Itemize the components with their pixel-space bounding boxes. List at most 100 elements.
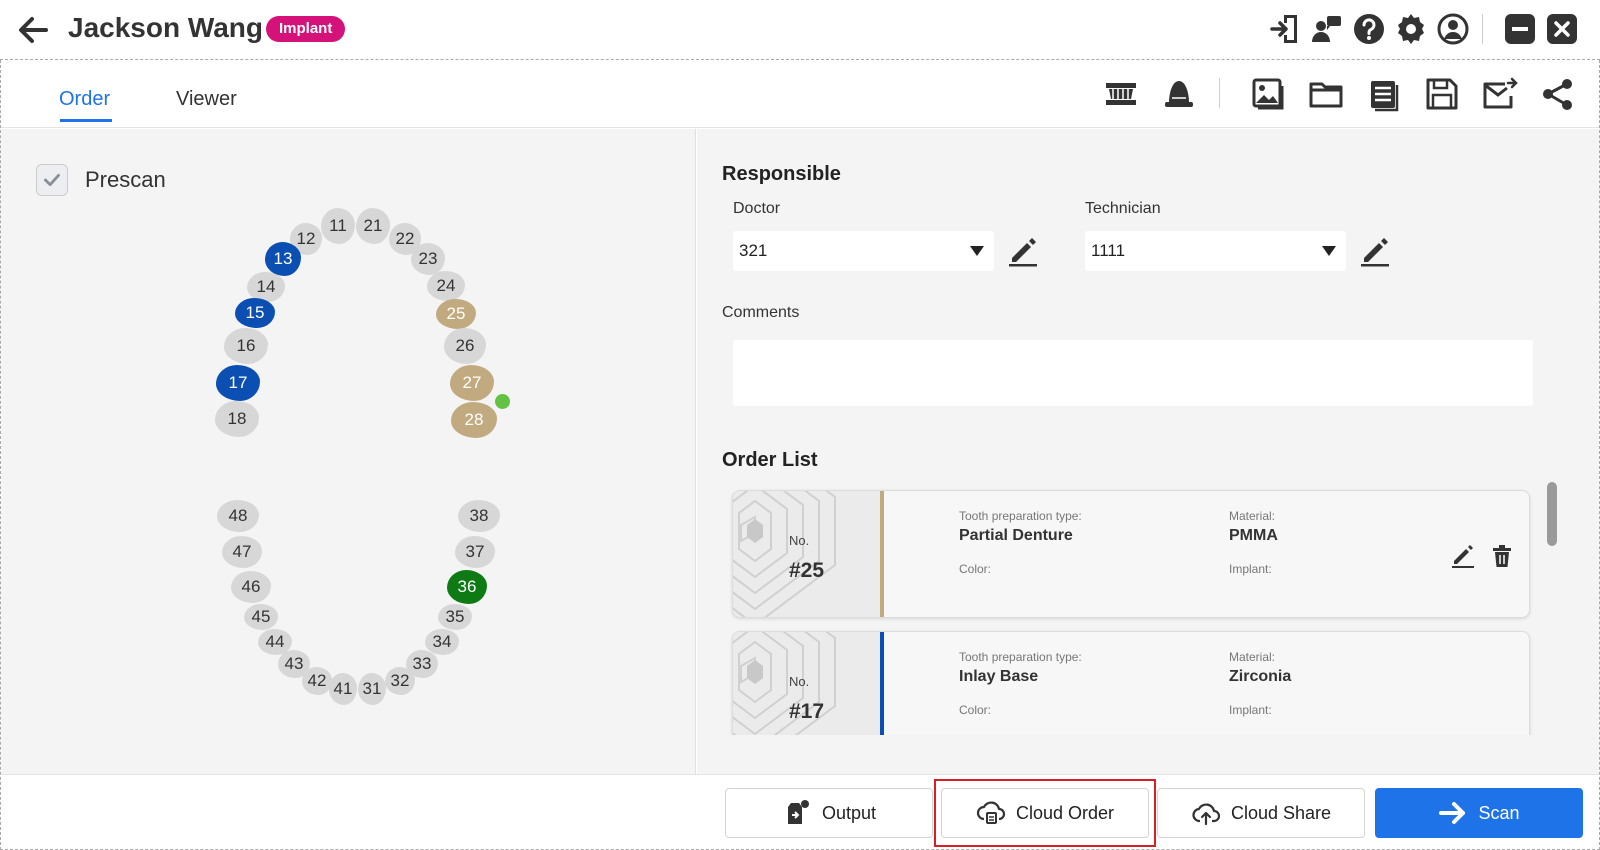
order-list-heading: Order List xyxy=(722,449,818,471)
tooth-38[interactable]: 38 xyxy=(458,500,500,532)
technician-label: Technician xyxy=(1085,200,1161,217)
tooth-46[interactable]: 46 xyxy=(231,571,271,603)
technician-value: 1111 xyxy=(1091,241,1126,260)
cloud-share-label: Cloud Share xyxy=(1230,802,1332,823)
tooth-17[interactable]: 17 xyxy=(216,365,260,401)
material-label: Material: xyxy=(1229,509,1276,523)
tooth-33[interactable]: 33 xyxy=(406,650,438,678)
prep-type-label: Tooth preparation type: xyxy=(959,650,1082,664)
cloud-share-button[interactable]: Cloud Share xyxy=(1157,788,1365,838)
save-icon[interactable] xyxy=(1424,76,1460,112)
order-tooth-number: #25 xyxy=(789,559,825,582)
order-no-label: No. xyxy=(789,674,810,689)
active-tab-indicator xyxy=(60,119,112,122)
cloud-upload-icon xyxy=(1192,803,1220,826)
chat-icon[interactable] xyxy=(1310,12,1344,46)
order-card[interactable]: No. #17 Tooth preparation type: Inlay Ba… xyxy=(732,631,1530,735)
doctor-value: 321 xyxy=(739,241,768,260)
tooth-25[interactable]: 25 xyxy=(436,299,476,329)
tooth-31[interactable]: 31 xyxy=(358,673,386,705)
tooth-24[interactable]: 24 xyxy=(427,271,465,301)
patient-name: Jackson Wang xyxy=(68,12,264,43)
tab-order[interactable]: Order xyxy=(59,88,110,111)
title-separator xyxy=(1482,14,1483,44)
tooth-11[interactable]: 11 xyxy=(321,208,355,244)
tooth-27[interactable]: 27 xyxy=(450,365,494,401)
tooth-36[interactable]: 36 xyxy=(447,570,487,604)
scan-button[interactable]: Scan xyxy=(1375,788,1583,838)
technician-select[interactable]: 1111 xyxy=(1085,231,1346,271)
tab-bar: Order Viewer xyxy=(1,60,1599,128)
tooth-35[interactable]: 35 xyxy=(438,604,472,630)
tooth-13[interactable]: 13 xyxy=(265,242,301,276)
chevron-down-icon xyxy=(1322,246,1336,256)
tooth-28[interactable]: 28 xyxy=(451,402,497,438)
tab-viewer[interactable]: Viewer xyxy=(176,88,237,111)
tooth-16[interactable]: 16 xyxy=(224,328,268,364)
title-bar: Jackson Wang Implant xyxy=(0,0,1600,60)
prep-type-value: Inlay Base xyxy=(959,668,1039,685)
close-icon[interactable] xyxy=(1545,12,1579,46)
share-icon[interactable] xyxy=(1540,76,1576,112)
color-label: Color: xyxy=(959,703,992,717)
scan-label: Scan xyxy=(1478,802,1520,823)
prescan-checkbox[interactable] xyxy=(36,164,68,196)
tooth-outline-icon xyxy=(733,491,836,617)
order-list: No. #25 Tooth preparation type: Partial … xyxy=(725,485,1535,735)
material-label: Material: xyxy=(1229,650,1276,664)
notes-icon[interactable] xyxy=(1366,76,1402,112)
order-color-stripe xyxy=(880,632,884,735)
help-icon[interactable] xyxy=(1352,12,1386,46)
tooth-42[interactable]: 42 xyxy=(302,667,332,695)
settings-icon[interactable] xyxy=(1394,12,1428,46)
tooth-18[interactable]: 18 xyxy=(215,401,259,437)
prep-type-value: Partial Denture xyxy=(959,527,1073,544)
lower-jaw-icon[interactable] xyxy=(1103,76,1139,112)
cloud-order-highlight xyxy=(934,779,1156,847)
doctor-select[interactable]: 321 xyxy=(733,231,994,271)
account-icon[interactable] xyxy=(1436,12,1470,46)
order-color-stripe xyxy=(880,491,884,617)
tooth-48[interactable]: 48 xyxy=(217,500,259,532)
comments-field[interactable] xyxy=(733,340,1533,406)
tooth-41[interactable]: 41 xyxy=(329,673,357,705)
tooth-thumbnail: No. #17 xyxy=(733,632,881,735)
arrow-right-icon xyxy=(1439,802,1466,824)
material-value: PMMA xyxy=(1229,527,1278,544)
doctor-label: Doctor xyxy=(733,200,781,217)
tooth-34[interactable]: 34 xyxy=(425,629,459,655)
checkmark-icon xyxy=(44,173,60,187)
edit-technician-icon[interactable] xyxy=(1358,234,1392,268)
upper-jaw-icon[interactable] xyxy=(1161,76,1197,112)
material-value: Zirconia xyxy=(1229,668,1292,685)
tooth-26[interactable]: 26 xyxy=(444,328,486,364)
order-list-scrollbar[interactable] xyxy=(1547,482,1557,546)
implant-badge: Implant xyxy=(266,16,346,42)
delete-order-icon[interactable] xyxy=(1489,543,1515,569)
tooth-15[interactable]: 15 xyxy=(235,298,275,328)
import-icon[interactable] xyxy=(1270,12,1304,46)
responsible-heading: Responsible xyxy=(722,163,841,185)
output-label: Output xyxy=(821,802,877,823)
tooth-45[interactable]: 45 xyxy=(244,604,278,630)
mail-icon[interactable] xyxy=(1482,76,1518,112)
comments-label: Comments xyxy=(722,304,800,321)
tooth-47[interactable]: 47 xyxy=(222,536,262,568)
gallery-icon[interactable] xyxy=(1250,76,1286,112)
implant-label: Implant: xyxy=(1229,703,1272,717)
output-icon xyxy=(787,800,809,824)
prep-type-label: Tooth preparation type: xyxy=(959,509,1082,523)
folder-icon[interactable] xyxy=(1308,76,1344,112)
edit-order-icon[interactable] xyxy=(1450,543,1476,569)
tooth-21[interactable]: 21 xyxy=(356,208,390,244)
output-button[interactable]: Output xyxy=(725,788,933,838)
edit-doctor-icon[interactable] xyxy=(1006,234,1040,268)
back-arrow-icon[interactable] xyxy=(14,12,50,48)
order-no-label: No. xyxy=(789,533,810,548)
minimize-icon[interactable] xyxy=(1503,12,1537,46)
order-tooth-number: #17 xyxy=(789,700,825,723)
order-card[interactable]: No. #25 Tooth preparation type: Partial … xyxy=(732,490,1530,618)
tooth-37[interactable]: 37 xyxy=(455,536,495,568)
tooth-thumbnail: No. #25 xyxy=(733,491,881,617)
tooth-23[interactable]: 23 xyxy=(411,243,445,275)
